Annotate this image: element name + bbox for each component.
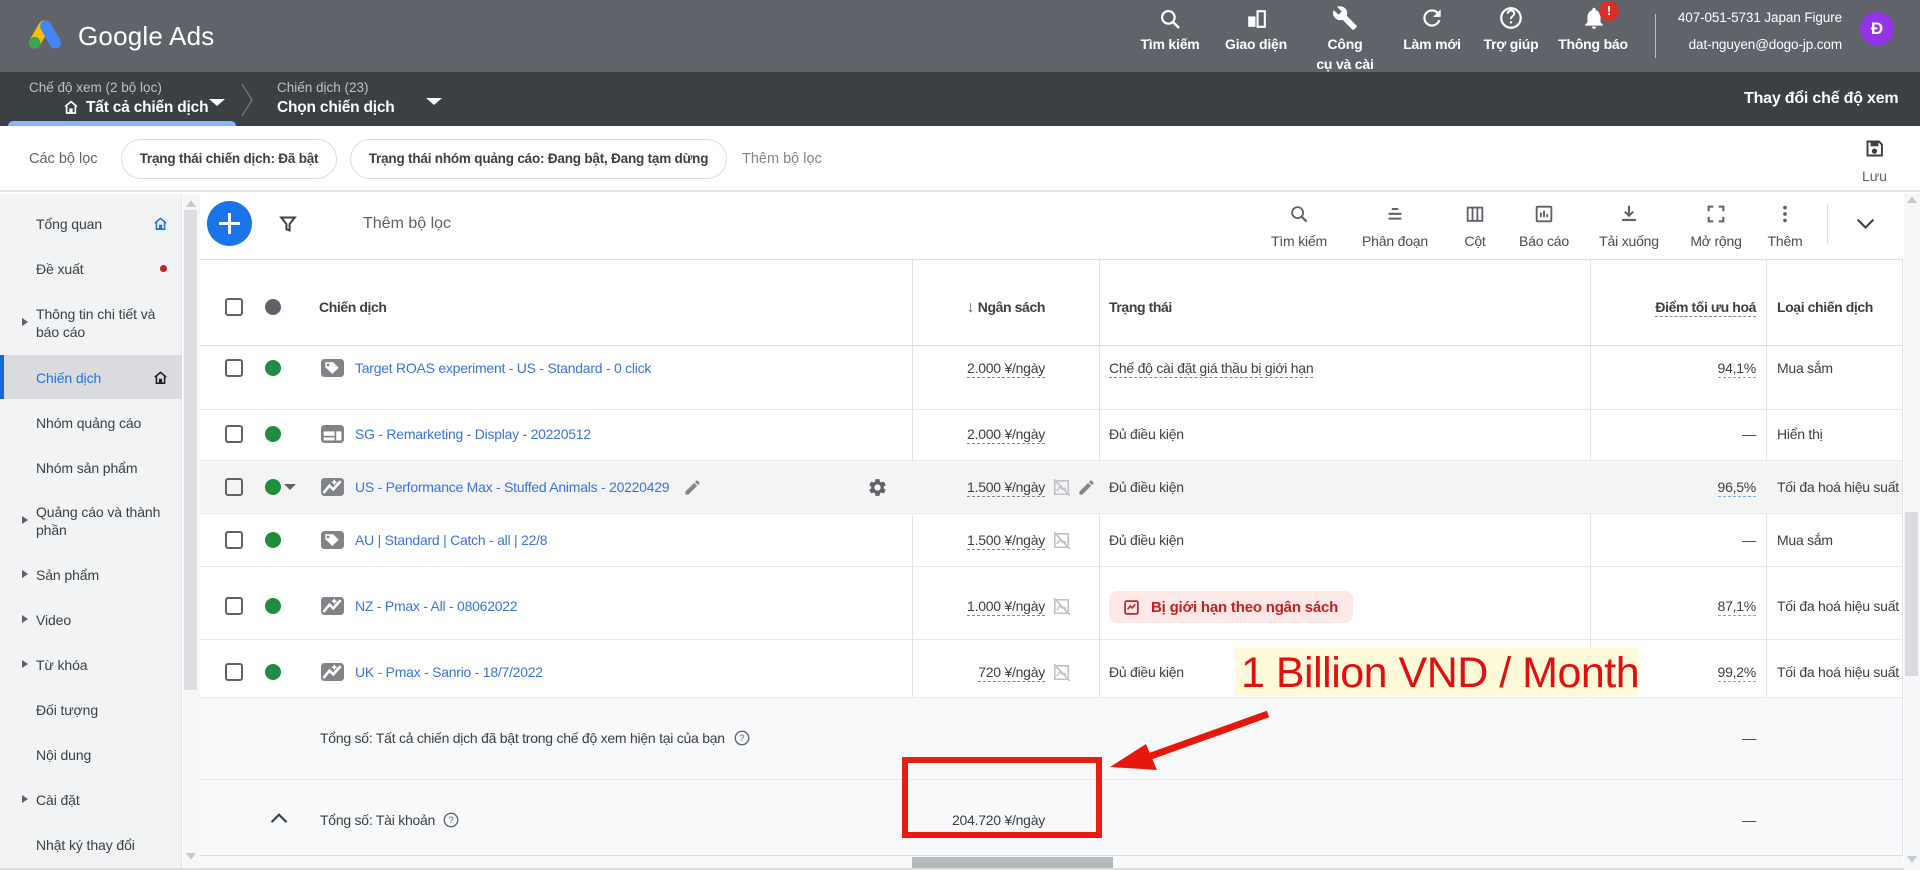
svg-text:?: ? [448,815,453,825]
svg-text:?: ? [739,733,744,743]
